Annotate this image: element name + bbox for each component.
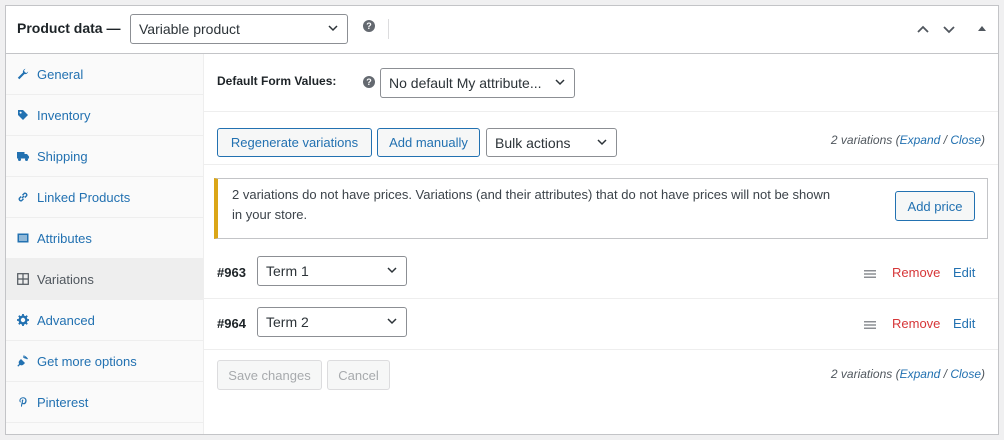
tag-icon [18,110,28,120]
chevron-down-icon [387,267,397,274]
product-type-value: Variable product [139,21,240,37]
product-type-select[interactable]: Variable product [130,14,348,44]
move-down-icon[interactable] [941,21,957,37]
tab-shipping[interactable]: Shipping [6,136,204,177]
cancel-button[interactable]: Cancel [327,360,390,390]
variation-row[interactable]: #964 Term 2 Remove Edit [204,299,998,350]
regenerate-variations-button[interactable]: Regenerate variations [217,128,372,157]
edit-variation-link[interactable]: Edit [953,316,975,331]
tab-label: Variations [37,271,94,287]
product-data-header: Product data — Variable product ? [6,6,998,54]
remove-variation-link[interactable]: Remove [892,265,940,280]
variation-term-value: Term 2 [266,314,309,330]
default-form-values-label: Default Form Values: [217,74,337,88]
tab-label: General [37,66,84,82]
collapse-toggle-icon[interactable] [974,21,990,37]
default-form-values-row: Default Form Values: ? No default My att… [204,54,998,112]
link-icon [18,192,28,202]
tab-label: Linked Products [37,189,131,205]
drag-handle-icon[interactable] [864,320,876,330]
chevron-down-icon [328,25,338,32]
variation-term-value: Term 1 [266,263,309,279]
tab-pinterest[interactable]: Pinterest [6,382,204,423]
tab-inventory[interactable]: Inventory [6,95,204,136]
tab-label: Shipping [37,148,88,164]
product-data-title: Product data — [17,20,121,36]
product-data-tabs: General Inventory Shipping Linked Produc… [6,54,204,434]
bulk-actions-value: Bulk actions [495,134,571,151]
wrench-icon [17,68,29,80]
tab-attributes[interactable]: Attributes [6,218,204,259]
notice-text: 2 variations do not have prices. Variati… [232,187,831,222]
header-divider [388,19,389,39]
grid-icon [17,273,29,285]
default-attribute-select[interactable]: No default My attribute... [380,68,575,98]
tab-label: Advanced [37,312,95,328]
move-up-icon[interactable] [915,21,931,37]
product-data-panel: Product data — Variable product ? Genera… [5,5,999,435]
edit-variation-link[interactable]: Edit [953,265,975,280]
variation-row[interactable]: #963 Term 1 Remove Edit [204,248,998,299]
variations-count-bottom: 2 variations (Expand / Close) [830,367,985,381]
tab-label: Pinterest [37,394,89,410]
chevron-down-icon [387,318,397,325]
tab-get-more-options[interactable]: Get more options [6,341,204,382]
help-icon[interactable]: ? [363,76,375,88]
add-manually-button[interactable]: Add manually [377,128,480,157]
tab-linked-products[interactable]: Linked Products [6,177,204,218]
variation-term-select[interactable]: Term 2 [257,307,407,337]
variation-id: #964 [217,316,246,331]
variations-count: 2 variations (Expand / Close) [830,133,985,147]
variations-panel: Default Form Values: ? No default My att… [204,54,998,434]
close-link[interactable]: Close [950,133,981,147]
add-price-button[interactable]: Add price [895,191,975,221]
default-attribute-value: No default My attribute... [389,75,542,91]
save-changes-button[interactable]: Save changes [217,360,322,390]
variation-id: #963 [217,265,246,280]
chevron-down-icon [597,138,607,145]
tab-advanced[interactable]: Advanced [6,300,204,341]
chevron-down-icon [555,79,565,86]
help-icon[interactable]: ? [363,20,375,32]
tab-variations[interactable]: Variations [6,259,204,300]
remove-variation-link[interactable]: Remove [892,316,940,331]
gear-icon [17,314,29,326]
variations-toolbar: Regenerate variations Add manually Bulk … [204,112,998,165]
tab-general[interactable]: General [6,54,204,95]
bulk-actions-select[interactable]: Bulk actions [486,128,617,157]
tab-label: Attributes [37,230,92,246]
drag-handle-icon[interactable] [864,269,876,279]
tab-label: Inventory [37,107,91,123]
expand-link[interactable]: Expand [900,133,941,147]
tab-label: Get more options [37,353,137,369]
variation-term-select[interactable]: Term 1 [257,256,407,286]
truck-icon [17,152,29,161]
missing-prices-notice: 2 variations do not have prices. Variati… [214,178,988,239]
close-link[interactable]: Close [950,367,981,381]
pinterest-icon [19,397,27,407]
list-icon [17,233,29,243]
expand-link[interactable]: Expand [900,367,941,381]
plugin-icon [17,355,28,367]
